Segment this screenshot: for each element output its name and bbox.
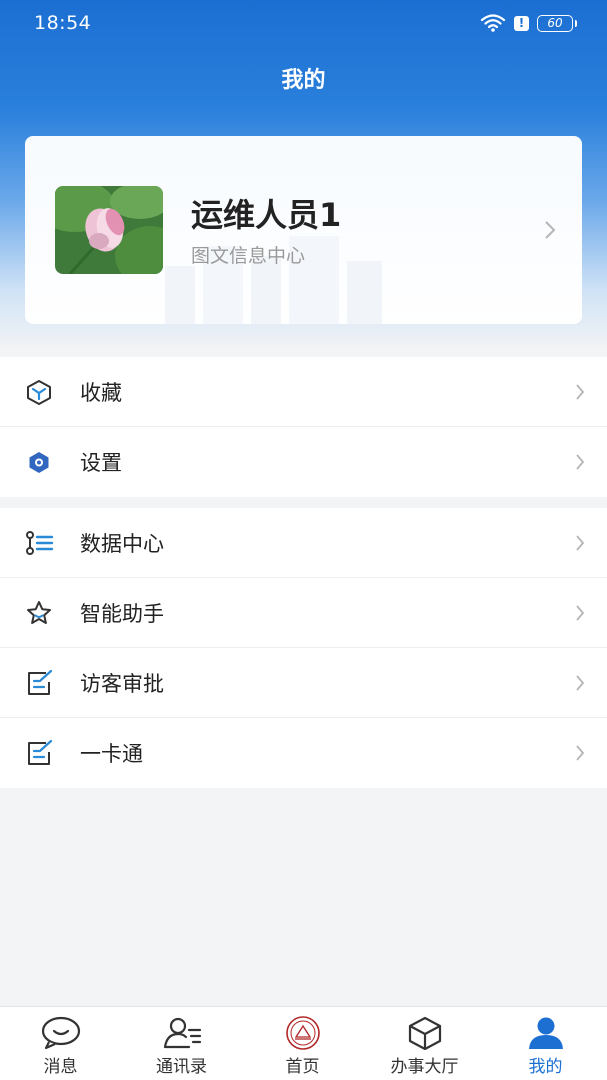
data-list-icon [26,531,54,555]
wifi-icon [480,14,506,32]
menu-item-data-center[interactable]: 数据中心 [0,508,607,578]
menu-group-1: 收藏 设置 [0,357,607,497]
tab-mine[interactable]: 我的 [485,1007,606,1080]
menu-label: 收藏 [80,380,122,405]
box-icon [408,1016,442,1050]
hexagon-settings-icon [29,452,49,473]
tab-label: 通讯录 [156,1057,207,1077]
lotus-avatar-image [55,186,163,274]
profile-name: 运维人员1 [191,196,342,234]
status-bar: 18:54 ! 60 [0,0,607,46]
menu-item-assistant[interactable]: 智能助手 [0,578,607,648]
star-icon [27,601,51,624]
chevron-right-icon [576,454,585,470]
cube-icon [27,380,51,405]
menu-item-favorites[interactable]: 收藏 [0,357,607,427]
menu-label: 一卡通 [80,742,143,766]
tab-messages[interactable]: 消息 [0,1007,121,1080]
edit-note-icon [28,739,53,765]
profile-card[interactable]: 运维人员1 图文信息中心 [25,136,582,324]
menu-label: 数据中心 [80,531,164,556]
person-icon [529,1017,563,1049]
alert-icon: ! [514,15,529,31]
chevron-right-icon [545,221,556,239]
tab-service-hall[interactable]: 办事大厅 [364,1007,485,1080]
tab-label: 消息 [43,1057,78,1077]
menu-label: 智能助手 [80,601,164,626]
school-emblem-icon [286,1016,320,1050]
contacts-icon [163,1017,202,1049]
chat-bubble-icon [41,1016,81,1050]
menu-label: 设置 [80,451,122,475]
chevron-right-icon [576,384,585,400]
menu-item-settings[interactable]: 设置 [0,427,607,497]
avatar[interactable] [55,186,163,274]
chevron-right-icon [576,675,585,691]
tab-label: 办事大厅 [390,1057,459,1077]
status-icons: ! 60 [480,14,577,32]
page-title: 我的 [281,68,326,93]
profile-department: 图文信息中心 [191,245,306,267]
menu-group-2: 数据中心 智能助手 访客审批 一卡通 [0,508,607,788]
chevron-right-icon [576,745,585,761]
menu-item-visitor-approval[interactable]: 访客审批 [0,648,607,718]
menu-item-campus-card[interactable]: 一卡通 [0,718,607,788]
battery-icon: 60 [537,14,577,32]
tab-contacts[interactable]: 通讯录 [121,1007,242,1080]
tab-label: 首页 [285,1057,320,1077]
tab-home[interactable]: 首页 [242,1007,363,1080]
bottom-tab-bar: 消息 通讯录 首页 办事大厅 我的 [0,1006,607,1080]
chevron-right-icon [576,535,585,551]
edit-note-icon [28,669,53,695]
tab-label: 我的 [528,1057,563,1077]
chevron-right-icon [576,605,585,621]
status-time: 18:54 [34,12,92,34]
menu-label: 访客审批 [80,671,164,696]
